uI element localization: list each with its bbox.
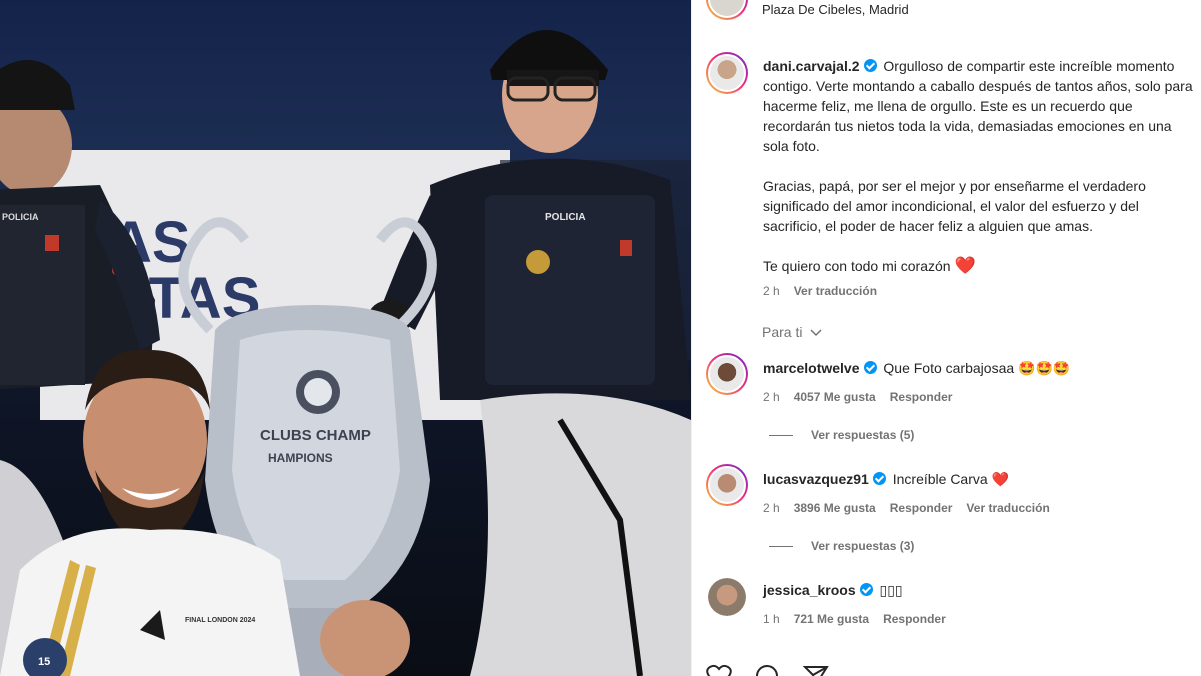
comment-time[interactable]: 2 h <box>763 501 780 515</box>
comment-row: lucasvazquez91 Increíble Carva ❤️ <box>763 471 1009 488</box>
comment-text: ▯▯▯ <box>879 582 903 598</box>
comment-translate-link[interactable]: Ver traducción <box>966 501 1049 515</box>
caption-translate-link[interactable]: Ver traducción <box>794 284 877 298</box>
comment-avatar[interactable] <box>706 353 748 395</box>
comment-text: Que Foto carbajosaa 🤩🤩🤩 <box>883 360 1071 376</box>
view-replies-button[interactable]: Ver respuestas (3) <box>769 539 914 553</box>
section-label-text: Para ti <box>762 324 803 340</box>
caption-paragraph-2: Gracias, papá, por ser el mejor y por en… <box>763 178 1146 234</box>
comment-likes[interactable]: 4057 Me gusta <box>794 390 876 404</box>
comment-meta: 2 h 4057 Me gusta Responder <box>763 390 966 404</box>
view-replies-label: Ver respuestas (5) <box>811 428 915 442</box>
post-photo[interactable]: AS STAS POLICIA POLICIA CLUBS CHAMP HAMP… <box>0 0 691 676</box>
left-police-label: POLICIA <box>2 212 39 222</box>
comment-time[interactable]: 2 h <box>763 390 780 404</box>
verified-icon <box>863 59 877 72</box>
comment-meta: 2 h 3896 Me gusta Responder Ver traducción <box>763 501 1064 515</box>
heart-emoji: ❤️ <box>954 256 976 275</box>
reply-button[interactable]: Responder <box>890 501 953 515</box>
caption-avatar[interactable] <box>706 52 748 94</box>
comment-text: Increíble Carva ❤️ <box>892 471 1009 487</box>
chevron-down-icon <box>810 329 822 337</box>
post-actions <box>706 664 847 676</box>
view-replies-button[interactable]: Ver respuestas (5) <box>769 428 914 442</box>
comment-row: marcelotwelve Que Foto carbajosaa 🤩🤩🤩 <box>763 360 1070 377</box>
verified-icon <box>863 361 877 374</box>
replies-divider <box>769 546 793 548</box>
right-police-label: POLICIA <box>545 212 586 223</box>
share-icon[interactable] <box>802 664 829 676</box>
comment-time[interactable]: 1 h <box>763 612 780 626</box>
caption-meta: 2 h Ver traducción <box>763 284 891 298</box>
trophy-engraving: CLUBS CHAMP <box>260 427 371 444</box>
verified-icon <box>859 583 873 596</box>
verified-icon <box>872 472 886 485</box>
comment-avatar[interactable] <box>706 464 748 506</box>
caption-paragraph-3: Te quiero con todo mi corazón <box>763 258 951 274</box>
view-replies-label: Ver respuestas (3) <box>811 539 915 553</box>
photo-illustration: AS STAS POLICIA POLICIA CLUBS CHAMP HAMP… <box>0 30 691 676</box>
replies-divider <box>769 435 793 437</box>
comment-username[interactable]: marcelotwelve <box>763 360 860 376</box>
svg-text:15: 15 <box>38 656 50 668</box>
post-caption: dani.carvajal.2 Orgulloso de compartir e… <box>763 56 1193 276</box>
comment-likes[interactable]: 721 Me gusta <box>794 612 869 626</box>
reply-button[interactable]: Responder <box>890 390 953 404</box>
comment-username[interactable]: lucasvazquez91 <box>763 471 869 487</box>
section-label[interactable]: Para ti <box>762 324 822 340</box>
reply-button[interactable]: Responder <box>883 612 946 626</box>
comment-icon[interactable] <box>754 664 780 676</box>
comment-likes[interactable]: 3896 Me gusta <box>794 501 876 515</box>
white-horse <box>470 393 691 676</box>
comment-username[interactable]: jessica_kroos <box>763 582 856 598</box>
shirt-text: FINAL LONDON 2024 <box>185 617 255 624</box>
comment-avatar[interactable] <box>708 578 746 616</box>
post-location[interactable]: Plaza De Cibeles, Madrid <box>762 2 909 17</box>
heart-icon[interactable] <box>706 664 732 676</box>
left-officer-helmet <box>0 60 75 110</box>
caption-username[interactable]: dani.carvajal.2 <box>763 58 860 74</box>
comment-row: jessica_kroos ▯▯▯ <box>763 582 903 599</box>
caption-time[interactable]: 2 h <box>763 284 780 298</box>
comment-meta: 1 h 721 Me gusta Responder <box>763 612 960 626</box>
trophy-engraving-2: HAMPIONS <box>268 451 333 465</box>
